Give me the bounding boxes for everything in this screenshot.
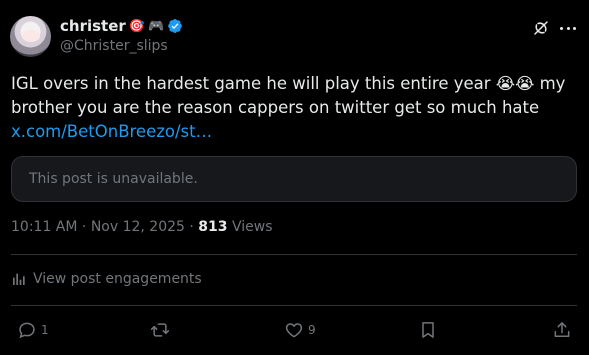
more-icon-dot — [560, 26, 563, 30]
share-button[interactable] — [552, 320, 572, 340]
name-emoji-target: 🎯 — [128, 18, 145, 34]
tweet-text: IGL overs in the hardest game he will pl… — [11, 72, 571, 144]
avatar[interactable] — [10, 16, 51, 57]
more-icon-dot — [566, 26, 570, 30]
retweet-icon — [150, 323, 170, 337]
tweet-link[interactable]: x.com/BetOnBreezo/st… — [11, 122, 212, 141]
views-count: 813 — [198, 219, 228, 235]
view-engagements-link[interactable]: View post engagements — [11, 271, 202, 287]
meta-separator: · — [81, 219, 87, 235]
author-name-row: christer 🎯 🎮 — [60, 16, 183, 36]
tweet-meta: 10:11 AM · Nov 12, 2025 · 813 Views — [11, 219, 273, 235]
like-button[interactable]: 9 — [284, 320, 316, 340]
views-label: Views — [231, 219, 273, 235]
more-icon[interactable] — [559, 19, 577, 37]
like-icon — [285, 323, 303, 338]
share-icon — [554, 322, 570, 337]
divider — [11, 254, 577, 255]
reply-button[interactable]: 1 — [17, 320, 49, 340]
grok-icon[interactable] — [532, 19, 550, 37]
quote-unavailable-text: This post is unavailable. — [29, 171, 198, 187]
reply-icon — [19, 322, 35, 339]
engagements-label: View post engagements — [33, 271, 202, 287]
analytics-icon — [13, 273, 25, 285]
retweet-button[interactable] — [150, 320, 174, 340]
reply-count: 1 — [41, 323, 49, 337]
quote-unavailable-box[interactable]: This post is unavailable. — [11, 156, 577, 202]
tweet-date[interactable]: Nov 12, 2025 — [91, 219, 185, 235]
more-icon-dot — [573, 26, 576, 30]
author-handle[interactable]: @Christer_slips — [60, 38, 168, 54]
verified-icon — [168, 19, 182, 33]
name-emoji-gamepad: 🎮 — [147, 18, 165, 34]
divider — [11, 305, 577, 306]
tweet-time[interactable]: 10:11 AM — [11, 219, 77, 235]
like-count: 9 — [308, 323, 316, 337]
bookmark-icon — [422, 322, 434, 338]
tweet-body: IGL overs in the hardest game he will pl… — [11, 74, 566, 117]
bookmark-button[interactable] — [418, 320, 438, 340]
display-name[interactable]: christer — [60, 17, 126, 35]
meta-separator: · — [189, 219, 194, 235]
